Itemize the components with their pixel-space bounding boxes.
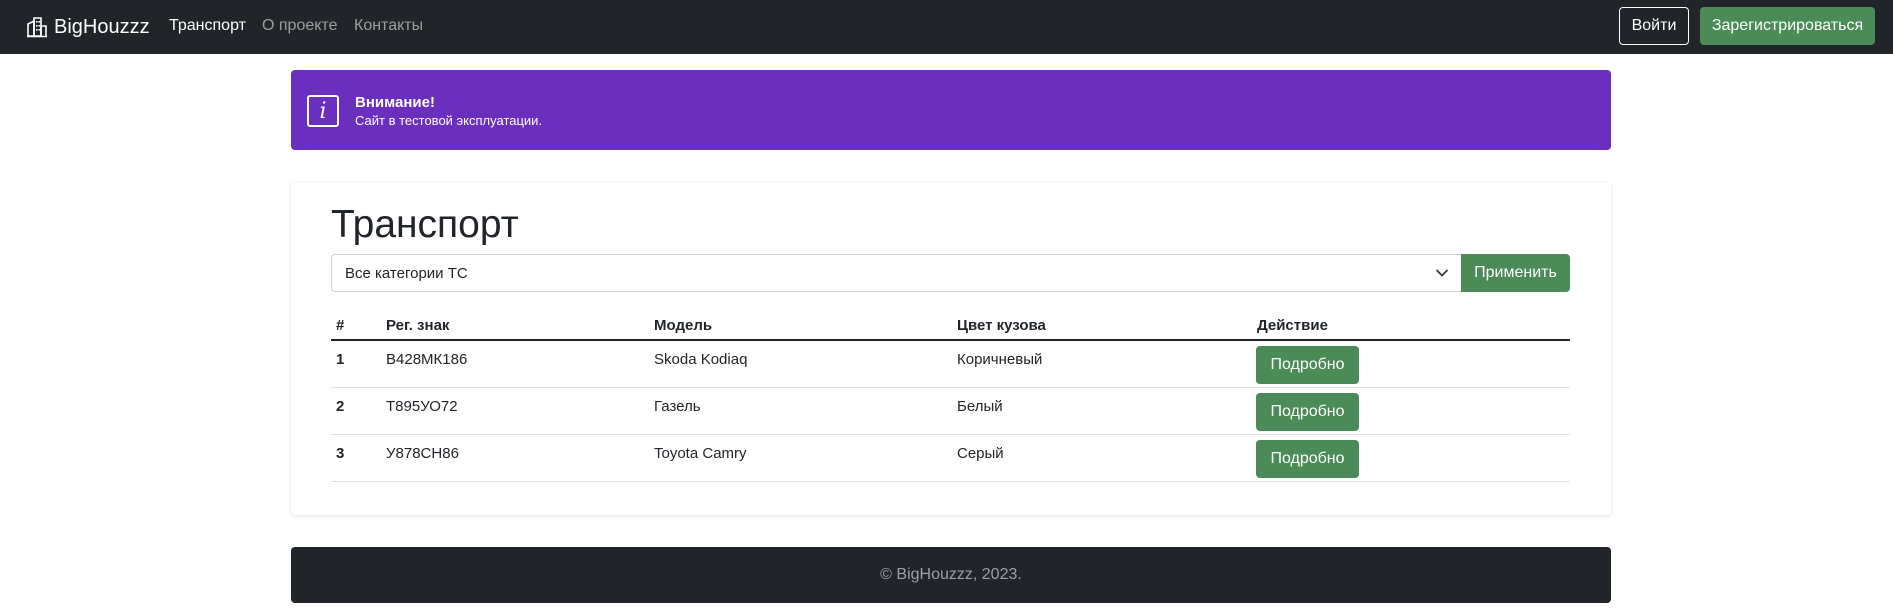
row-color: Белый: [957, 398, 1003, 415]
row-plate: Т895УО72: [386, 398, 458, 415]
row-color: Коричневый: [957, 351, 1043, 368]
details-button[interactable]: Подробно: [1256, 346, 1359, 384]
row-color: Серый: [957, 445, 1004, 462]
row-number: 3: [336, 445, 345, 462]
category-select[interactable]: Все категории ТС: [331, 254, 1461, 292]
column-header-number: #: [336, 317, 345, 334]
row-number: 2: [336, 398, 345, 415]
nav-link-transport[interactable]: Транспорт: [169, 17, 246, 35]
details-button[interactable]: Подробно: [1256, 393, 1359, 431]
row-model: Газель: [654, 398, 701, 415]
table-header: # Рег. знак Модель Цвет кузова Действие: [331, 311, 1570, 341]
page-title: Транспорт: [331, 203, 519, 246]
buildings-icon: [26, 16, 48, 38]
row-number: 1: [336, 351, 345, 368]
table-row: 3 У878СН86 Toyota Camry Серый Подробно: [331, 435, 1570, 482]
row-model: Skoda Kodiaq: [654, 351, 748, 368]
register-button[interactable]: Зарегистрироваться: [1700, 7, 1875, 45]
column-header-color: Цвет кузова: [957, 317, 1046, 334]
nav-link-contacts[interactable]: Контакты: [354, 17, 423, 35]
apply-button[interactable]: Применить: [1461, 254, 1570, 292]
alert-title: Внимание!: [355, 94, 435, 111]
footer-copyright: © BigHouzzz, 2023.: [880, 566, 1022, 583]
transport-table: # Рег. знак Модель Цвет кузова Действие …: [331, 311, 1570, 482]
info-icon: i: [307, 95, 339, 127]
brand-logo[interactable]: BigHouzzz: [26, 13, 150, 41]
details-button[interactable]: Подробно: [1256, 440, 1359, 478]
footer: © BigHouzzz, 2023.: [291, 547, 1611, 603]
test-mode-alert: i Внимание! Сайт в тестовой эксплуатации…: [291, 70, 1611, 150]
column-header-model: Модель: [654, 317, 713, 334]
table-row: 1 В428МК186 Skoda Kodiaq Коричневый Подр…: [331, 341, 1570, 388]
row-model: Toyota Camry: [654, 445, 747, 462]
transport-card: Транспорт Все категории ТС Применить # Р…: [291, 183, 1611, 515]
table-row: 2 Т895УО72 Газель Белый Подробно: [331, 388, 1570, 435]
row-plate: В428МК186: [386, 351, 468, 368]
nav-link-about[interactable]: О проекте: [262, 17, 337, 35]
row-plate: У878СН86: [386, 445, 459, 462]
category-select-value: Все категории ТС: [345, 265, 468, 282]
brand-name: BigHouzzz: [54, 15, 150, 38]
top-navbar: BigHouzzz Транспорт О проекте Контакты В…: [0, 0, 1893, 54]
alert-text: Сайт в тестовой эксплуатации.: [355, 113, 543, 128]
login-button[interactable]: Войти: [1619, 7, 1689, 45]
chevron-down-icon: [1435, 266, 1449, 280]
column-header-plate: Рег. знак: [386, 317, 450, 334]
column-header-action: Действие: [1257, 317, 1328, 334]
